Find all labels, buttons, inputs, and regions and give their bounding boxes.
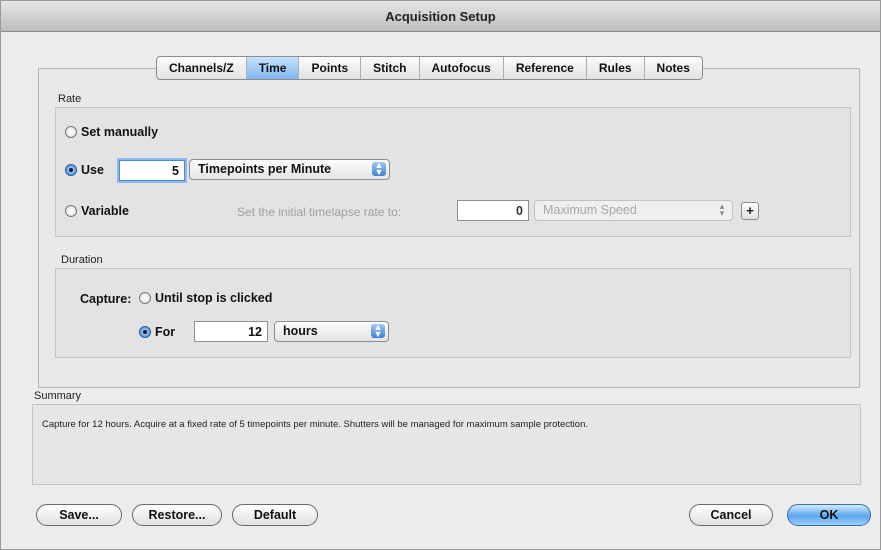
use-rate-label: Use bbox=[81, 163, 104, 177]
until-stop-label: Until stop is clicked bbox=[155, 291, 273, 305]
variable-rate-label: Variable bbox=[81, 204, 129, 218]
radio-button-icon bbox=[65, 205, 77, 217]
initial-rate-unit-select: Maximum Speed ▴ ▾ bbox=[534, 200, 733, 221]
tab-time[interactable]: Time bbox=[246, 57, 300, 79]
duration-unit-value: hours bbox=[283, 324, 318, 338]
summary-box: Capture for 12 hours. Acquire at a fixed… bbox=[32, 404, 861, 485]
summary-text: Capture for 12 hours. Acquire at a fixed… bbox=[42, 419, 588, 430]
tab-reference[interactable]: Reference bbox=[504, 57, 587, 79]
capture-label: Capture: bbox=[80, 292, 132, 306]
tab-stitch[interactable]: Stitch bbox=[361, 57, 420, 79]
use-rate-radio[interactable]: Use bbox=[65, 163, 104, 177]
duration-input[interactable]: 12 bbox=[194, 321, 268, 342]
tab-channels-z[interactable]: Channels/Z bbox=[157, 57, 247, 79]
until-stop-radio[interactable]: Until stop is clicked bbox=[139, 291, 272, 305]
rate-group-label: Rate bbox=[58, 93, 82, 105]
restore-button[interactable]: Restore... bbox=[132, 504, 222, 526]
up-down-arrows-icon: ▲ ▼ bbox=[371, 323, 385, 339]
add-rate-button[interactable]: + bbox=[741, 202, 759, 220]
radio-button-icon bbox=[139, 292, 151, 304]
title-bar[interactable]: Acquisition Setup bbox=[1, 1, 880, 32]
summary-label: Summary bbox=[34, 390, 82, 402]
for-duration-label: For bbox=[155, 325, 176, 339]
tab-points[interactable]: Points bbox=[299, 57, 362, 79]
for-duration-radio[interactable]: For bbox=[139, 325, 175, 339]
initial-rate-unit-value: Maximum Speed bbox=[543, 203, 637, 217]
up-down-arrows-icon: ▲ ▼ bbox=[372, 161, 386, 177]
window-title: Acquisition Setup bbox=[385, 9, 496, 24]
rate-unit-value: Timepoints per Minute bbox=[198, 162, 332, 176]
set-manually-label: Set manually bbox=[81, 125, 159, 139]
duration-group bbox=[55, 268, 851, 358]
duration-group-label: Duration bbox=[61, 254, 103, 266]
rate-unit-select[interactable]: Timepoints per Minute ▲ ▼ bbox=[189, 159, 390, 180]
default-button[interactable]: Default bbox=[232, 504, 318, 526]
radio-button-selected-icon bbox=[65, 164, 77, 176]
ok-button[interactable]: OK bbox=[787, 504, 871, 526]
tab-notes[interactable]: Notes bbox=[645, 57, 702, 79]
acquisition-setup-window: Acquisition Setup Channels/Z Time Points… bbox=[0, 0, 881, 550]
tab-rules[interactable]: Rules bbox=[587, 57, 645, 79]
duration-unit-select[interactable]: hours ▲ ▼ bbox=[274, 321, 389, 342]
timepoints-input[interactable]: 5 bbox=[119, 160, 185, 181]
initial-rate-input[interactable]: 0 bbox=[457, 200, 529, 221]
radio-button-selected-icon bbox=[139, 326, 151, 338]
set-manually-radio[interactable]: Set manually bbox=[65, 125, 158, 139]
cancel-button[interactable]: Cancel bbox=[689, 504, 773, 526]
variable-rate-radio[interactable]: Variable bbox=[65, 204, 129, 218]
tab-autofocus[interactable]: Autofocus bbox=[420, 57, 504, 79]
save-button[interactable]: Save... bbox=[36, 504, 122, 526]
up-down-arrows-icon: ▴ ▾ bbox=[719, 201, 725, 218]
tab-bar: Channels/Z Time Points Stitch Autofocus … bbox=[156, 56, 703, 80]
initial-rate-label: Set the initial timelapse rate to: bbox=[237, 205, 402, 219]
radio-button-icon bbox=[65, 126, 77, 138]
